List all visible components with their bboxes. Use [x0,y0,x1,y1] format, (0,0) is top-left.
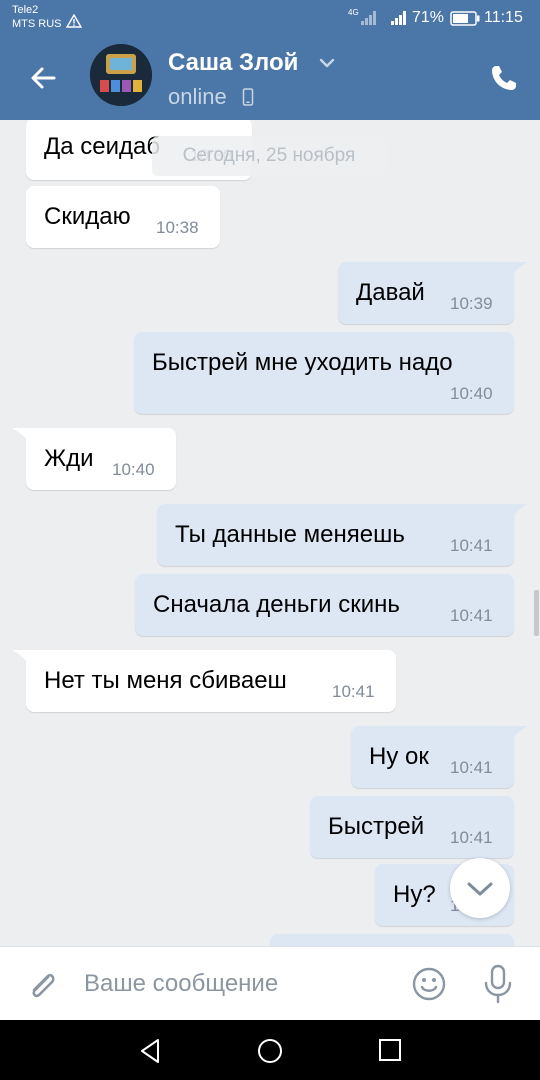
message-timestamp: 10:41 [450,536,493,555]
message-text: Нет ты меня сбиваеш [44,667,287,694]
message-timestamp: 10:41 [450,758,493,777]
message-timestamp: 10:38 [156,218,199,237]
arrow-left-icon[interactable] [24,58,64,98]
message-input[interactable] [84,963,394,1005]
message-timestamp: 10:40 [450,384,493,403]
message-timestamp: 10:41 [450,828,493,847]
message-text: Скидаю [44,203,131,230]
battery-percentage: 71% [412,9,445,26]
message-text: Быстрей [328,813,425,840]
message-text: Давай [356,279,425,306]
smiley-icon[interactable] [410,965,448,1003]
chevron-down-icon[interactable] [318,56,336,70]
signal-strength-icon [361,11,376,25]
signal-strength-icon [391,11,406,25]
warning-icon [66,14,82,28]
bubble-tail [508,262,528,280]
message-text: Ну ок [369,743,429,770]
clock: 11:15 [484,9,523,26]
status-bar: Tele2 MTS RUS 4G 71% 11:15 [0,0,540,36]
paperclip-icon[interactable] [22,965,62,1005]
battery-icon [450,11,480,26]
message-text: Ты данные меняешь [175,521,405,548]
scroll-to-bottom-button[interactable] [450,858,510,918]
message-text: Быстрей мне уходить надо [152,349,453,376]
message-list[interactable]: Да сеидаб 10:38Скидаю 10:38 Давай 10:39 Быстр… [0,120,540,946]
mobile-phone-icon [242,88,254,106]
date-separator: Сегодня, 25 ноября [152,136,386,176]
bubble-tail [12,428,32,446]
incoming-message[interactable]: Скидаю 10:38 [26,186,220,248]
scrollbar[interactable] [534,590,539,636]
incoming-message[interactable]: Нет ты меня сбиваеш 10:41 [26,650,396,712]
contact-status: online [168,84,227,109]
incoming-message[interactable]: Жди 10:40 [26,428,176,490]
avatar-image [90,44,152,106]
nav-recent-apps-icon[interactable] [378,1038,402,1062]
chevron-down-icon [467,882,493,896]
message-timestamp: 10:40 [112,460,155,479]
outgoing-message[interactable]: Быстрей мне уходить надо 10:40 [134,332,514,414]
message-text: Ну? [393,881,436,908]
contact-name[interactable]: Саша Злой [168,49,298,77]
nav-home-icon[interactable] [256,1037,284,1065]
message-text: Да сеидаб [44,133,161,160]
nav-back-icon[interactable] [138,1038,162,1064]
bubble-tail [12,650,32,668]
bubble-tail [508,726,528,744]
message-timestamp: 10:39 [450,294,493,313]
message-text: Сначала деньги скинь [153,591,400,618]
message-timestamp: 10:41 [332,682,375,701]
message-text: Жди [44,445,94,472]
outgoing-message[interactable]: Быстрей 10:41 [310,796,514,858]
carrier-secondary: MTS RUS [12,18,62,30]
carrier-primary: Tele2 [12,4,39,16]
chat-header: Саша Злой online [0,36,540,120]
phone-icon[interactable] [484,58,524,98]
message-composer [0,946,540,1020]
outgoing-message[interactable]: Ну ок 10:41 [351,726,514,788]
outgoing-message[interactable]: Сначала деньги скинь 10:41 [135,574,514,636]
avatar[interactable] [90,44,152,106]
outgoing-message[interactable]: Ты данные меняешь 10:41 [157,504,514,566]
system-navigation-bar [0,1020,540,1080]
network-type: 4G [348,8,359,17]
outgoing-message[interactable] [270,934,514,946]
outgoing-message[interactable]: Давай 10:39 [338,262,514,324]
microphone-icon[interactable] [480,963,516,1005]
bubble-tail [508,504,528,522]
message-timestamp: 10:41 [450,606,493,625]
